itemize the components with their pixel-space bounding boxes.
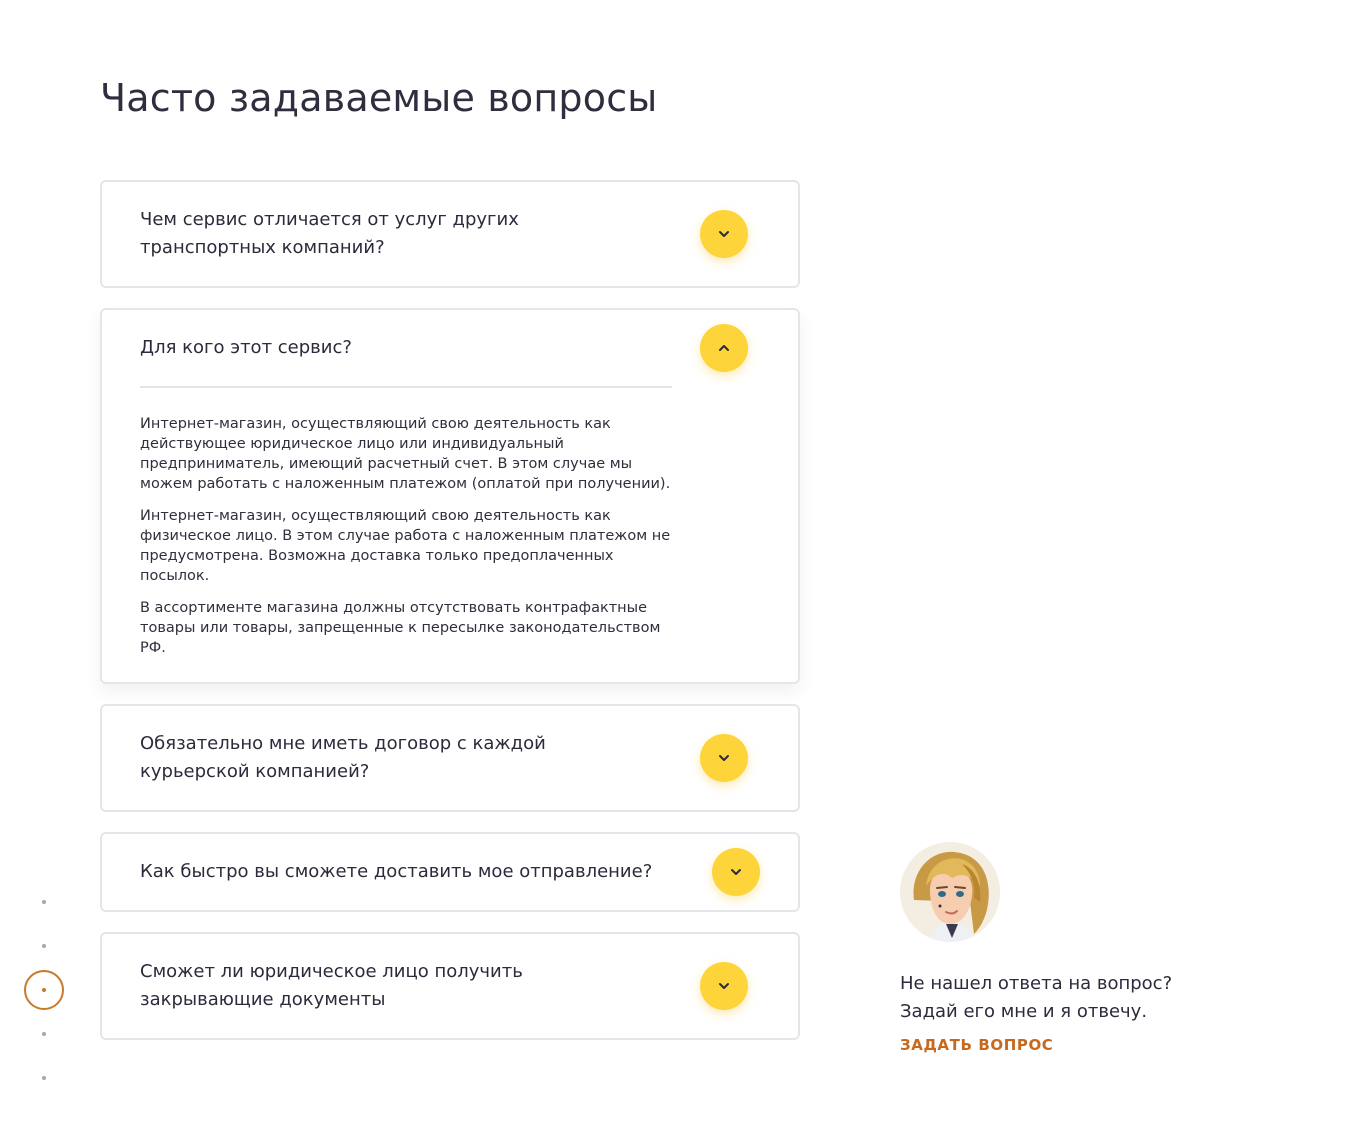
nav-dot-active-center bbox=[42, 988, 46, 992]
chevron-down-icon bbox=[731, 869, 741, 875]
help-text-line: Не нашел ответа на вопрос? bbox=[900, 973, 1173, 994]
page-title: Часто задаваемые вопросы bbox=[100, 76, 658, 120]
nav-dot[interactable] bbox=[42, 944, 46, 948]
faq-question: Для кого этот сервис? bbox=[140, 337, 352, 358]
faq-item: Как быстро вы сможете доставить мое отпр… bbox=[100, 832, 800, 912]
chevron-down-icon bbox=[719, 983, 729, 989]
ask-question-link[interactable]: ЗАДАТЬ ВОПРОС bbox=[900, 1036, 1053, 1054]
help-card: Не нашел ответа на вопрос? Задай его мне… bbox=[900, 842, 1260, 1054]
faq-item-header[interactable]: Для кого этот сервис? bbox=[102, 310, 798, 386]
faq-item: Сможет ли юридическое лицо получить закр… bbox=[100, 932, 800, 1040]
faq-item-header[interactable]: Чем сервис отличается от услуг других тр… bbox=[102, 182, 798, 286]
faq-toggle-button[interactable] bbox=[700, 210, 748, 258]
faq-answer-paragraph: В ассортименте магазина должны отсутство… bbox=[140, 600, 661, 656]
nav-dot[interactable] bbox=[42, 900, 46, 904]
faq-answer-paragraph: Интернет-магазин, осуществляющий свою де… bbox=[140, 416, 671, 492]
nav-dot-active[interactable] bbox=[24, 970, 64, 1010]
faq-toggle-button[interactable] bbox=[700, 962, 748, 1010]
faq-question: Чем сервис отличается от услуг других тр… bbox=[140, 209, 519, 258]
nav-dot[interactable] bbox=[42, 1032, 46, 1036]
faq-item-header[interactable]: Сможет ли юридическое лицо получить закр… bbox=[102, 934, 798, 1038]
faq-answer: Интернет-магазин, осуществляющий свою де… bbox=[102, 388, 798, 682]
faq-toggle-button[interactable] bbox=[700, 324, 748, 372]
faq-question: Как быстро вы сможете доставить мое отпр… bbox=[140, 861, 653, 882]
assistant-portrait-icon bbox=[900, 842, 1000, 942]
chevron-down-icon bbox=[719, 231, 729, 237]
help-text: Не нашел ответа на вопрос? Задай его мне… bbox=[900, 970, 1260, 1026]
faq-item-header[interactable]: Как быстро вы сможете доставить мое отпр… bbox=[102, 834, 798, 910]
faq-item-expanded: Для кого этот сервис? Интернет-магазин, … bbox=[100, 308, 800, 684]
help-text-line: Задай его мне и я отвечу. bbox=[900, 1001, 1148, 1022]
faq-list: Чем сервис отличается от услуг других тр… bbox=[100, 180, 800, 1060]
chevron-down-icon bbox=[719, 755, 729, 761]
faq-question: Сможет ли юридическое лицо получить закр… bbox=[140, 961, 523, 1010]
faq-item-header[interactable]: Обязательно мне иметь договор с каждой к… bbox=[102, 706, 798, 810]
faq-toggle-button[interactable] bbox=[712, 848, 760, 896]
faq-toggle-button[interactable] bbox=[700, 734, 748, 782]
nav-dot[interactable] bbox=[42, 1076, 46, 1080]
assistant-avatar bbox=[900, 842, 1000, 942]
page: Часто задаваемые вопросы Чем сервис отли… bbox=[0, 0, 1360, 1138]
faq-answer-paragraph: Интернет-магазин, осуществляющий свою де… bbox=[140, 508, 671, 584]
faq-item: Обязательно мне иметь договор с каждой к… bbox=[100, 704, 800, 812]
faq-question: Обязательно мне иметь договор с каждой к… bbox=[140, 733, 546, 782]
chevron-up-icon bbox=[719, 345, 729, 351]
faq-item: Чем сервис отличается от услуг других тр… bbox=[100, 180, 800, 288]
